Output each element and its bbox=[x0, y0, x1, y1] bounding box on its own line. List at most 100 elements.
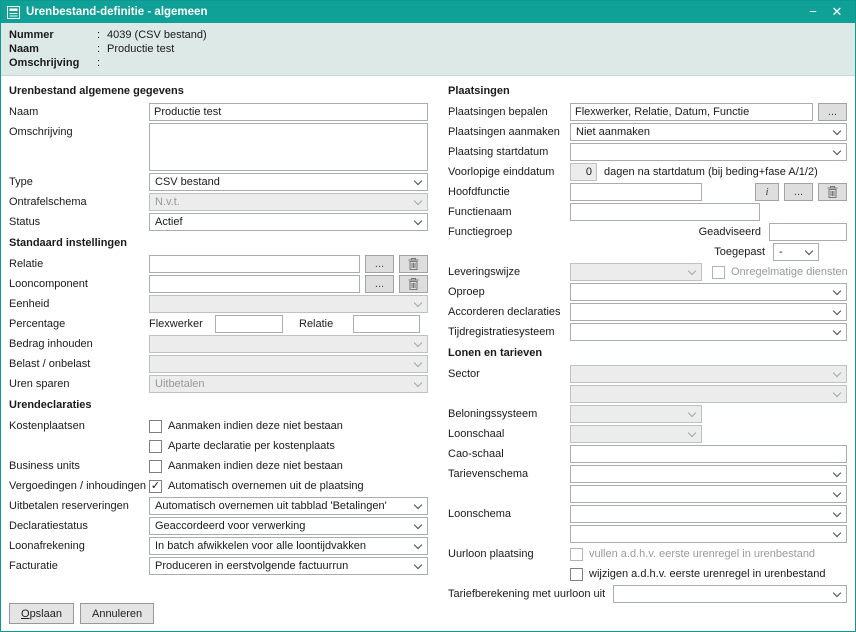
hoofdfunctie-field-label: Hoofdfunctie bbox=[448, 186, 570, 198]
accorderen-declaraties-select[interactable] bbox=[570, 303, 847, 321]
looncomponent-input[interactable] bbox=[149, 275, 360, 293]
business-units-aanmaken-label: Aanmaken indien deze niet bestaan bbox=[168, 460, 343, 472]
aparte-declaratie-checkbox[interactable] bbox=[149, 440, 162, 453]
close-button[interactable]: ✕ bbox=[825, 1, 849, 23]
kostenplaatsen-field-label: Kostenplaatsen bbox=[9, 420, 149, 432]
omschrijving-label: Omschrijving bbox=[9, 56, 97, 70]
percentage-flexwerker-input[interactable] bbox=[215, 315, 283, 333]
oproep-field-label: Oproep bbox=[448, 286, 570, 298]
relatie-field-label: Relatie bbox=[9, 258, 149, 270]
hoofdfunctie-info-button[interactable]: i bbox=[755, 183, 779, 201]
app-icon bbox=[7, 6, 20, 19]
chevron-down-icon bbox=[833, 287, 841, 295]
section-title-plaatsingen: Plaatsingen bbox=[448, 85, 847, 97]
row-percentage: Percentage Flexwerker Relatie bbox=[9, 315, 428, 333]
save-button[interactable]: Opslaan bbox=[9, 603, 74, 624]
beloningssysteem-field-label: Beloningssysteem bbox=[448, 408, 570, 420]
record-summary: Nummer : 4039 (CSV bestand) Naam : Produ… bbox=[1, 23, 855, 76]
cao-schaal-input[interactable] bbox=[570, 445, 847, 463]
row-loonschaal: Loonschaal bbox=[448, 425, 847, 443]
business-units-aanmaken-checkbox[interactable] bbox=[149, 460, 162, 473]
tarievenschema-field-label: Tarievenschema bbox=[448, 468, 570, 480]
relatie-browse-button[interactable]: ... bbox=[365, 255, 394, 273]
uitbetalen-reserveringen-select[interactable]: Automatisch overnemen uit tabblad 'Betal… bbox=[149, 497, 428, 515]
plaatsing-startdatum-select[interactable] bbox=[570, 143, 847, 161]
facturatie-select[interactable]: Produceren in eerstvolgende factuurrun bbox=[149, 557, 428, 575]
ellipsis-icon: ... bbox=[375, 278, 384, 290]
row-sector-2 bbox=[448, 385, 847, 403]
row-business-units: Business units Aanmaken indien deze niet… bbox=[9, 457, 428, 475]
row-tarievenschema-1: Tarievenschema bbox=[448, 465, 847, 483]
hoofdfunctie-browse-button[interactable]: ... bbox=[784, 183, 813, 201]
row-looncomponent: Looncomponent ... bbox=[9, 275, 428, 293]
percentage-relatie-input[interactable] bbox=[353, 315, 420, 333]
looncomponent-delete-button[interactable] bbox=[399, 275, 428, 293]
eenheid-select bbox=[149, 295, 428, 313]
uitbetalen-reserveringen-field-label: Uitbetalen reserveringen bbox=[9, 500, 149, 512]
tariefberekening-select[interactable] bbox=[613, 585, 847, 603]
relatie-input[interactable] bbox=[149, 255, 360, 273]
functienaam-input[interactable] bbox=[570, 203, 760, 221]
row-hoofdfunctie: Hoofdfunctie i ... bbox=[448, 183, 847, 201]
plaatsingen-bepalen-browse-button[interactable]: ... bbox=[818, 103, 847, 121]
row-tariefberekening: Tariefberekening met uurloon uit bbox=[448, 585, 847, 603]
loonafrekening-select-value: In batch afwikkelen voor alle loontijdva… bbox=[155, 540, 366, 552]
status-select[interactable]: Actief bbox=[149, 213, 428, 231]
row-tijdregistratiesysteem: Tijdregistratiesysteem bbox=[448, 323, 847, 341]
relatie-delete-button[interactable] bbox=[399, 255, 428, 273]
declaratiestatus-field-label: Declaratiestatus bbox=[9, 520, 149, 532]
leveringswijze-field-label: Leveringswijze bbox=[448, 266, 570, 278]
uurloon-wijzigen-checkbox[interactable] bbox=[570, 568, 583, 581]
chevron-down-icon bbox=[414, 501, 422, 509]
functiegroep-geadviseerd-input[interactable] bbox=[769, 223, 847, 241]
chevron-down-icon bbox=[688, 267, 696, 275]
loonschema-secondary-select[interactable] bbox=[570, 525, 847, 543]
oproep-select[interactable] bbox=[570, 283, 847, 301]
looncomponent-browse-button[interactable]: ... bbox=[365, 275, 394, 293]
omschrijving-textarea[interactable] bbox=[149, 123, 428, 171]
tariefberekening-field-label: Tariefberekening met uurloon uit bbox=[448, 588, 605, 600]
hoofdfunctie-input[interactable] bbox=[570, 183, 702, 201]
summary-row-naam: Naam : Productie test bbox=[9, 42, 847, 56]
type-select[interactable]: CSV bestand bbox=[149, 173, 428, 191]
ontrafelschema-select: N.v.t. bbox=[149, 193, 428, 211]
uren-sparen-select: Uitbetalen bbox=[149, 375, 428, 393]
chevron-down-icon bbox=[414, 541, 422, 549]
titlebar: Urenbestand-definitie - algemeen − ✕ bbox=[1, 1, 855, 23]
row-functienaam: Functienaam bbox=[448, 203, 847, 221]
kostenplaatsen-aanmaken-checkbox[interactable] bbox=[149, 420, 162, 433]
loonschema-select[interactable] bbox=[570, 505, 847, 523]
left-column: Urenbestand algemene gegevens Naam Omsch… bbox=[9, 81, 428, 631]
tarievenschema-select[interactable] bbox=[570, 465, 847, 483]
cancel-button[interactable]: Annuleren bbox=[80, 603, 154, 624]
belast-onbelast-select bbox=[149, 355, 428, 373]
hoofdfunctie-delete-button[interactable] bbox=[818, 183, 847, 201]
status-select-value: Actief bbox=[155, 216, 183, 228]
row-functiegroep-geadviseerd: Functiegroep Geadviseerd bbox=[448, 223, 847, 241]
dialog-window: Urenbestand-definitie - algemeen − ✕ Num… bbox=[0, 0, 856, 632]
ellipsis-icon: ... bbox=[794, 186, 803, 198]
chevron-down-icon bbox=[833, 389, 841, 397]
kostenplaatsen-aanmaken-label: Aanmaken indien deze niet bestaan bbox=[168, 420, 343, 432]
percentage-relatie-label: Relatie bbox=[299, 318, 353, 330]
chevron-down-icon bbox=[414, 359, 422, 367]
minimize-button[interactable]: − bbox=[801, 1, 825, 23]
chevron-down-icon bbox=[414, 339, 422, 347]
tarievenschema-secondary-select[interactable] bbox=[570, 485, 847, 503]
bedrag-inhouden-field-label: Bedrag inhouden bbox=[9, 338, 149, 350]
uurloon-plaatsing-field-label: Uurloon plaatsing bbox=[448, 548, 570, 560]
functiegroep-toegepast-select[interactable]: - bbox=[773, 243, 819, 261]
plaatsingen-aanmaken-select[interactable]: Niet aanmaken bbox=[570, 123, 847, 141]
vergoedingen-overnemen-checkbox[interactable]: ✓ bbox=[149, 480, 162, 493]
row-ontrafelschema: Ontrafelschema N.v.t. bbox=[9, 193, 428, 211]
plaatsingen-bepalen-input[interactable] bbox=[570, 103, 813, 121]
loonafrekening-select[interactable]: In batch afwikkelen voor alle loontijdva… bbox=[149, 537, 428, 555]
declaratiestatus-select[interactable]: Geaccordeerd voor verwerking bbox=[149, 517, 428, 535]
tijdregistratiesysteem-select[interactable] bbox=[570, 323, 847, 341]
naam-input[interactable] bbox=[149, 103, 428, 121]
colon: : bbox=[97, 42, 107, 56]
chevron-down-icon bbox=[688, 409, 696, 417]
chevron-down-icon bbox=[833, 469, 841, 477]
belast-onbelast-field-label: Belast / onbelast bbox=[9, 358, 149, 370]
chevron-down-icon bbox=[688, 429, 696, 437]
